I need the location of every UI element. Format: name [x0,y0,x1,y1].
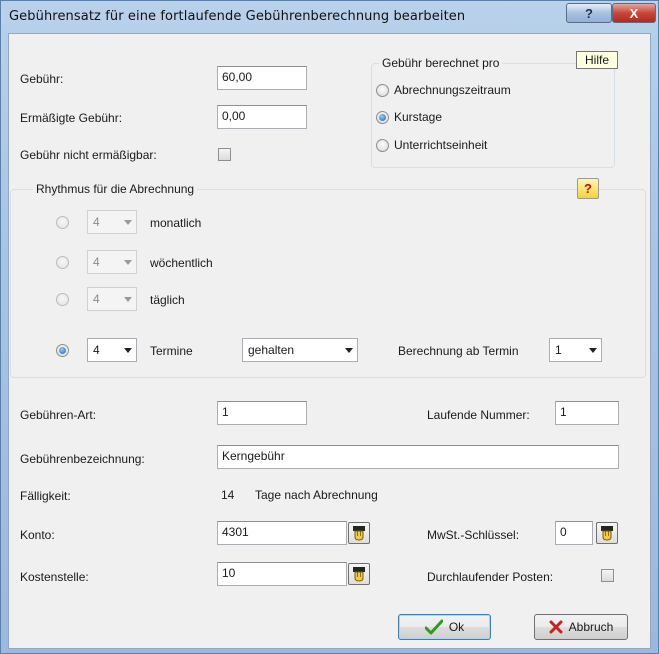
cross-icon [549,620,563,634]
cancel-button-label: Abbruch [568,620,614,634]
account-input[interactable]: 4301 [217,521,347,545]
hand-pointer-icon [353,567,365,582]
due-suffix: Tage nach Abrechnung [255,488,378,502]
radio-monthly[interactable] [56,216,69,229]
reduced-fee-input[interactable]: 0,00 [217,105,307,129]
cost-center-input[interactable]: 10 [217,562,347,586]
fee-description-input[interactable]: Kerngebühr [217,445,619,469]
not-reducible-label: Gebühr nicht ermäßigbar: [20,148,157,162]
radio-per-period[interactable] [376,84,389,97]
title-bar[interactable]: Gebührensatz für eine fortlaufende Gebüh… [1,1,658,33]
not-reducible-checkbox[interactable] [218,148,231,161]
radio-per-course-day-label: Kurstage [394,110,443,124]
weekly-select[interactable]: 4 [87,250,137,274]
button-bar: Ok Abbruch [9,604,650,648]
radio-daily[interactable] [56,293,69,306]
reduced-fee-label: Ermäßigte Gebühr: [20,111,123,125]
ok-button-label: Ok [448,620,465,634]
fee-description-label: Gebührenbezeichnung: [20,452,145,466]
hand-pointer-icon [601,526,613,541]
account-lookup-button[interactable] [348,522,370,544]
daily-label: täglich [150,293,185,307]
vat-key-label: MwSt.-Schlüssel: [427,528,520,542]
checkmark-icon [424,619,443,635]
monthly-select[interactable]: 4 [87,210,137,234]
window-title: Gebührensatz für eine fortlaufende Gebüh… [9,9,466,24]
transit-item-label: Durchlaufender Posten: [427,570,554,584]
rhythm-help-icon[interactable]: ? [577,178,599,199]
radio-per-lesson-label: Unterrichtseinheit [394,138,488,152]
daily-select[interactable]: 4 [87,287,137,311]
account-label: Konto: [20,528,55,542]
weekly-label: wöchentlich [150,256,213,270]
calc-per-title: Gebühr berechnet pro [379,56,503,70]
monthly-label: monatlich [150,216,202,230]
sequence-number-label: Laufende Nummer: [427,408,530,422]
help-button[interactable]: ? [566,3,612,23]
dialog-window: Gebührensatz für eine fortlaufende Gebüh… [0,0,659,654]
fee-input[interactable]: 60,00 [217,66,307,90]
fee-label: Gebühr: [20,72,64,86]
radio-appointments[interactable] [56,344,69,357]
rhythm-title: Rhythmus für die Abrechnung [33,182,198,196]
radio-per-lesson[interactable] [376,139,389,152]
cancel-button[interactable]: Abbruch [534,614,628,640]
vat-lookup-button[interactable] [596,522,618,544]
cost-center-lookup-button[interactable] [348,563,370,585]
held-select[interactable]: gehalten [242,338,358,362]
help-tooltip: Hilfe [576,51,618,69]
close-button[interactable]: X [612,3,656,23]
due-label: Fälligkeit: [20,489,71,503]
radio-weekly[interactable] [56,256,69,269]
ok-button[interactable]: Ok [398,614,491,640]
due-days-value[interactable]: 14 [221,488,234,502]
fee-type-input[interactable]: 1 [217,401,307,425]
start-appointment-select[interactable]: 1 [549,338,602,362]
hand-pointer-icon [353,526,365,541]
start-appointment-label: Berechnung ab Termin [398,344,519,358]
appointments-label: Termine [150,344,193,358]
transit-item-checkbox[interactable] [601,569,614,582]
fee-type-label: Gebühren-Art: [20,408,97,422]
radio-per-period-label: Abrechnungszeitraum [394,83,511,97]
sequence-number-input[interactable]: 1 [555,401,619,425]
appointments-select[interactable]: 4 [87,338,137,362]
vat-key-input[interactable]: 0 [555,521,593,545]
cost-center-label: Kostenstelle: [20,570,89,584]
dialog-body: Gebühr: 60,00 Ermäßigte Gebühr: 0,00 Geb… [8,33,651,649]
radio-per-course-day[interactable] [376,111,389,124]
